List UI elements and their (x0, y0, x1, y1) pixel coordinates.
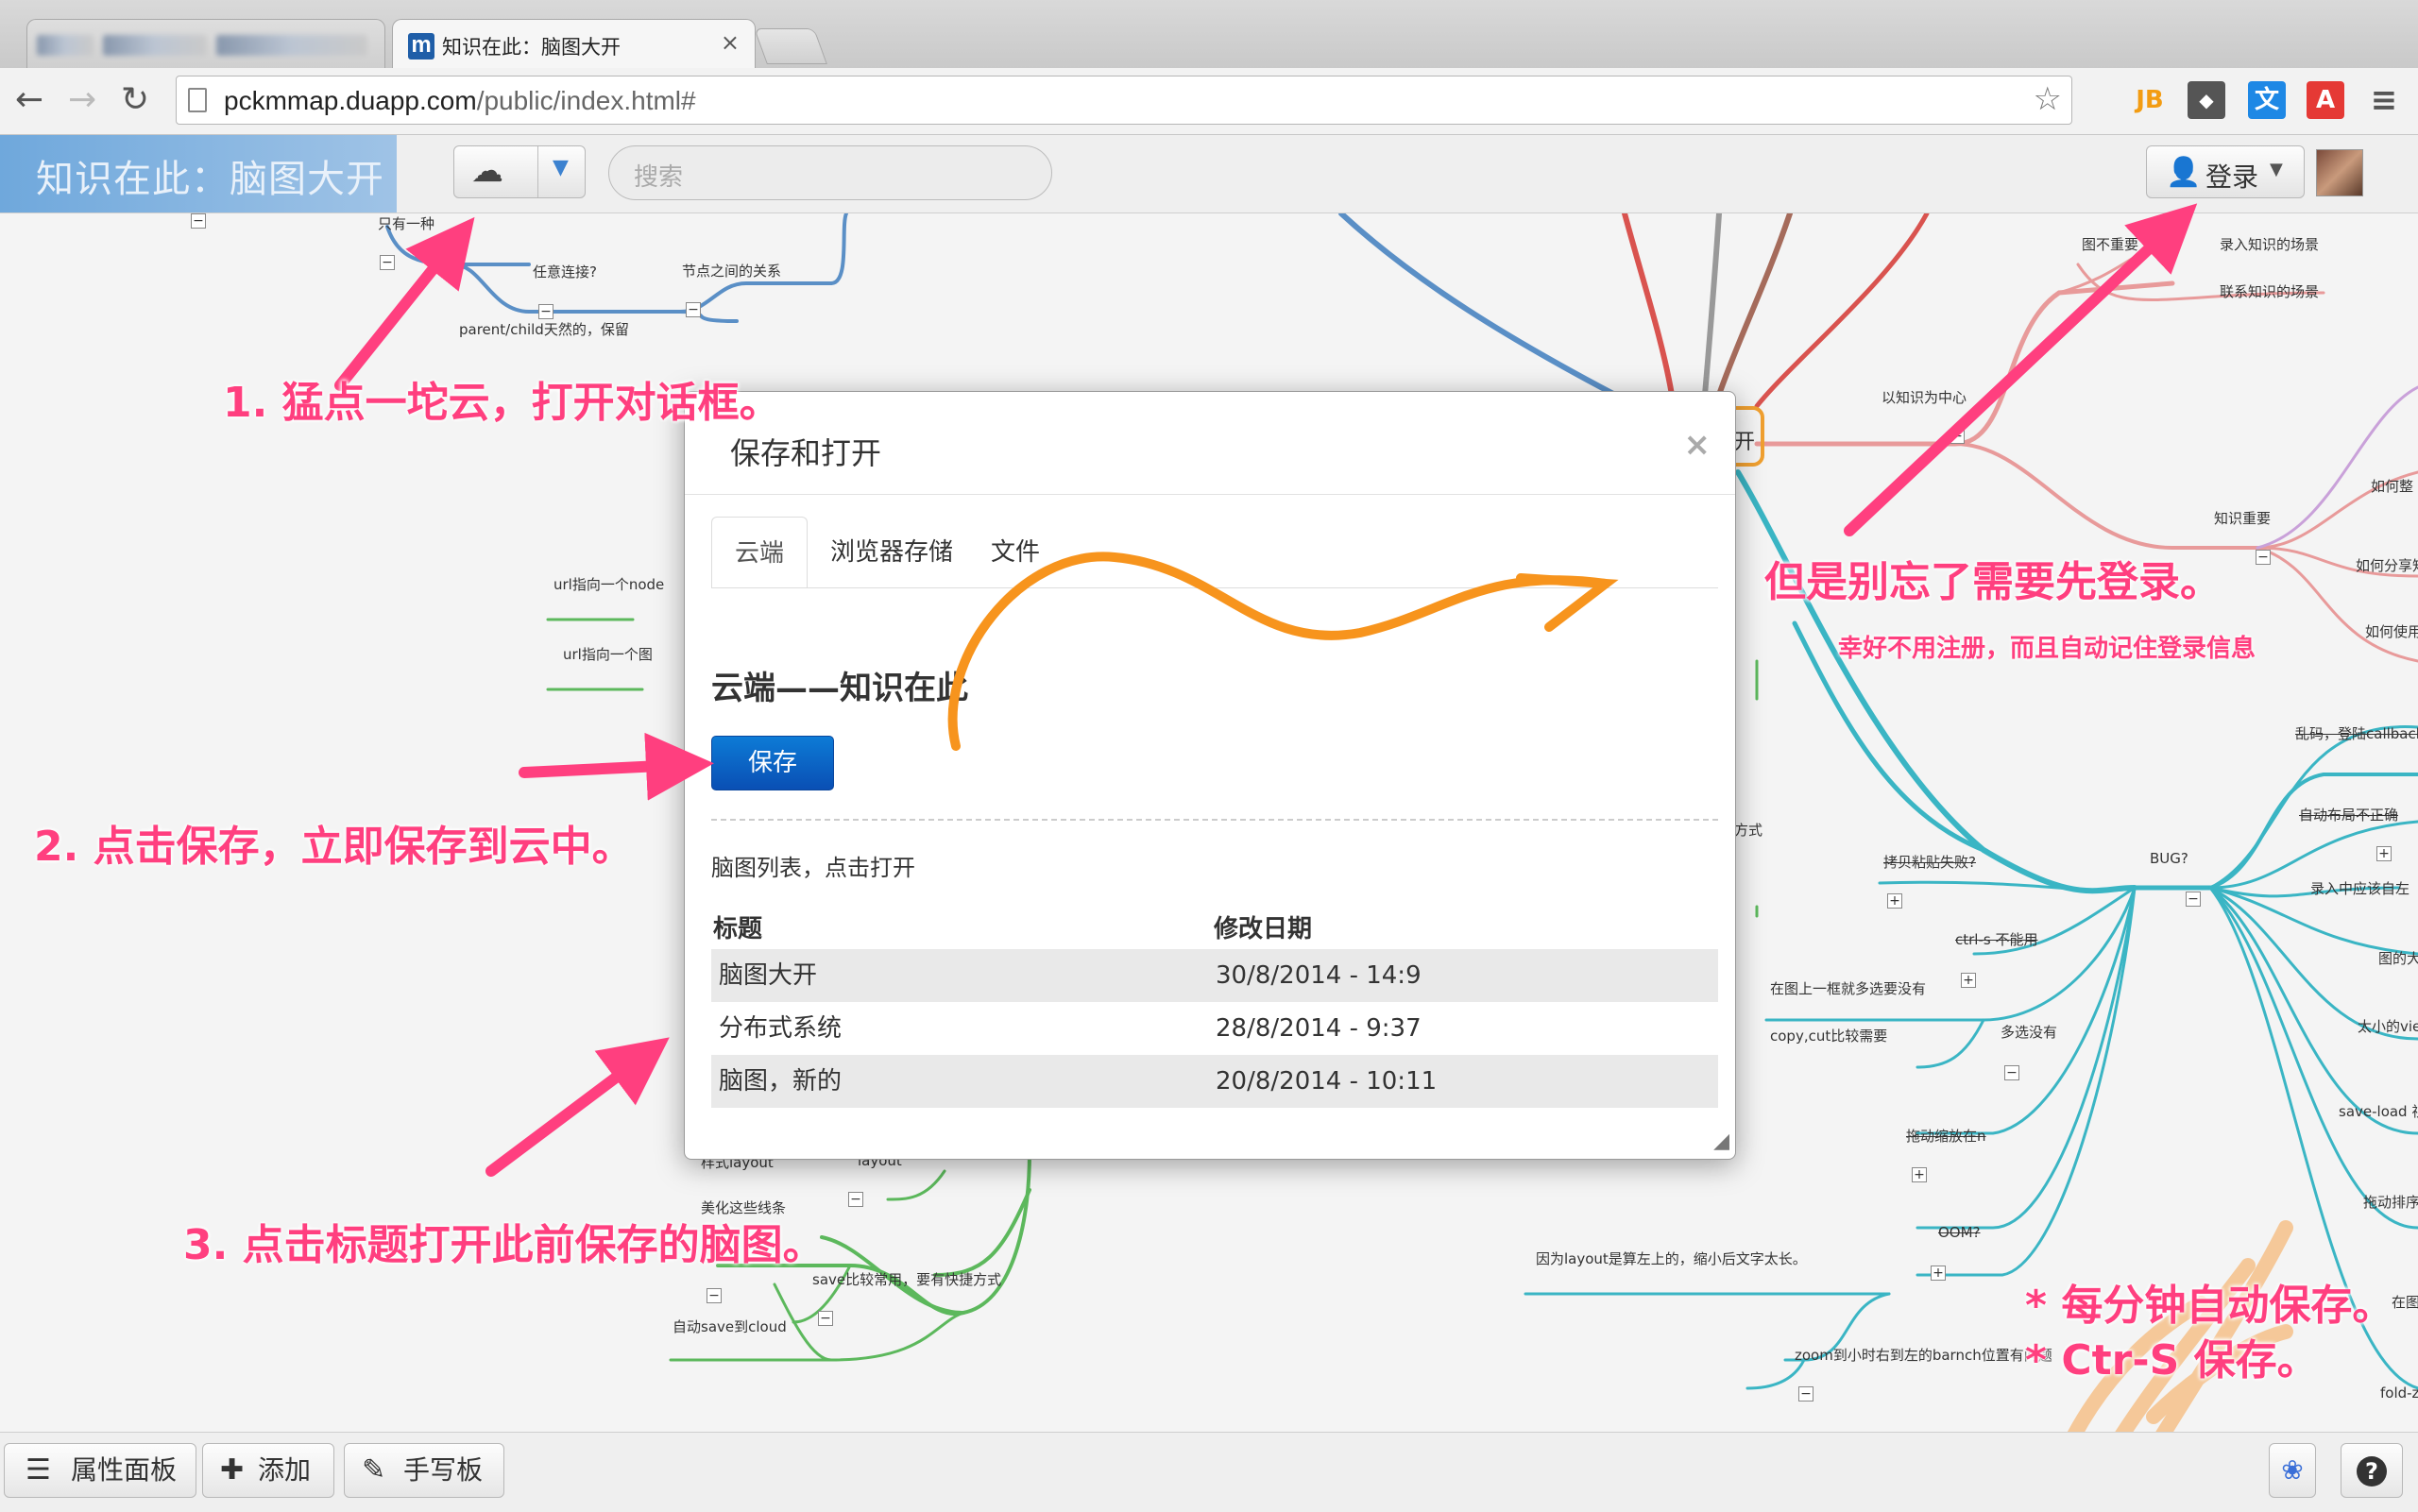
annotation-login-sub: 幸好不用注册，而且自动记住登录信息 (1838, 635, 2256, 663)
handwrite-button[interactable]: ✎ 手写板 (344, 1443, 504, 1498)
annotation-login: 但是别忘了需要先登录。 (1764, 558, 2222, 606)
annotation-step-3: 3. 点击标题打开此前保存的脑图。 (183, 1221, 825, 1269)
annotation-ctrl-s: * Ctr-S 保存。 (2025, 1336, 2319, 1385)
arrow-to-list (485, 1037, 670, 1177)
pencil-icon: ✎ (362, 1453, 386, 1487)
arrow-to-login (1844, 203, 2198, 536)
help-button[interactable]: ? (2341, 1443, 2403, 1498)
property-panel-label: 属性面板 (71, 1454, 178, 1486)
arrow-to-cloud (334, 216, 475, 391)
orange-swoosh-arrow (947, 552, 1619, 751)
arrow-to-save (519, 732, 714, 801)
annotation-autosave: * 每分钟自动保存。 (2025, 1282, 2394, 1330)
list-icon: ☰ (26, 1453, 51, 1487)
add-label: 添加 (258, 1454, 312, 1486)
annotation-step-2: 2. 点击保存，立即保存到云中。 (34, 823, 634, 871)
add-button[interactable]: ✚ 添加 (202, 1443, 334, 1498)
handwrite-label: 手写板 (403, 1454, 484, 1486)
property-panel-button[interactable]: ☰ 属性面板 (4, 1443, 196, 1498)
plus-icon: ✚ (220, 1453, 245, 1487)
paw-icon[interactable]: ❀ (2269, 1443, 2316, 1498)
annotation-step-1: 1. 猛点一坨云，打开对话框。 (223, 379, 781, 427)
help-icon: ? (2357, 1456, 2387, 1487)
